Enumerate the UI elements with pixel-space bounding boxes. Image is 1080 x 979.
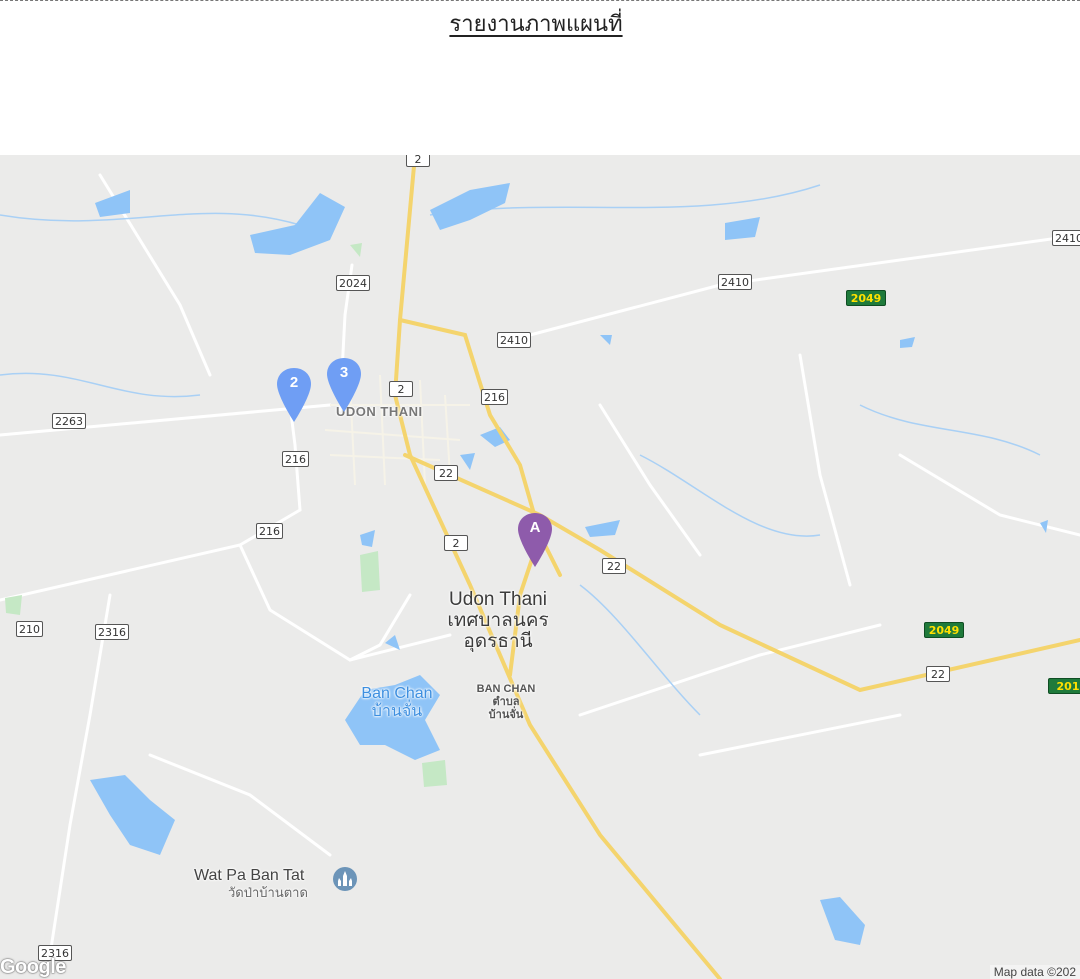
poi-label-th: วัดป่าบ้านตาด xyxy=(228,885,308,900)
ban-chan-subdistrict-label: BAN CHAN ตำบล บ้านจั่น xyxy=(470,683,542,722)
route-shield: 2 xyxy=(406,155,430,167)
city-label: Udon Thani เทศบาลนคร อุดรธานี xyxy=(440,589,556,652)
ban-chan-small-1: BAN CHAN xyxy=(476,683,536,695)
report-title: รายงานภาพแผนที่ xyxy=(449,12,623,37)
city-label-th-1: เทศบาลนคร xyxy=(447,610,549,631)
route-shield: 2024 xyxy=(336,275,370,291)
route-shield: 2410 xyxy=(1052,230,1080,246)
route-shield: 2049 xyxy=(924,622,964,638)
route-shield: 22 xyxy=(434,465,458,481)
temple-icon[interactable] xyxy=(333,867,357,891)
route-shield: 216 xyxy=(282,451,309,467)
map-marker-2[interactable]: 2 xyxy=(275,366,313,424)
route-shield: 210 xyxy=(16,621,43,637)
route-shield: 201 xyxy=(1048,678,1080,694)
ban-chan-label: Ban Chan บ้านจั่น xyxy=(352,685,442,721)
route-shield: 22 xyxy=(602,558,626,574)
route-shield: 2049 xyxy=(846,290,886,306)
marker-label: A xyxy=(529,519,541,536)
route-shield: 2316 xyxy=(95,624,129,640)
route-shield: 2410 xyxy=(718,274,752,290)
route-shield: 216 xyxy=(256,523,283,539)
ban-chan-small-3: บ้านจั่น xyxy=(488,709,524,721)
marker-label: 2 xyxy=(289,374,299,391)
google-logo[interactable]: Google xyxy=(0,956,66,979)
route-shield: 22 xyxy=(926,666,950,682)
route-shield: 2410 xyxy=(497,332,531,348)
ban-chan-small-2: ตำบล xyxy=(492,696,520,708)
marker-label: 3 xyxy=(339,364,349,381)
city-label-en: Udon Thani xyxy=(449,589,547,610)
map-attribution[interactable]: Map data ©202 xyxy=(989,965,1080,979)
ban-chan-th: บ้านจั่น xyxy=(371,703,423,720)
map-view[interactable]: 2 2024 2410 2410 2049 2410 2 216 2263 21… xyxy=(0,155,1080,979)
map-marker-3[interactable]: 3 xyxy=(325,356,363,414)
poi-label[interactable]: Wat Pa Ban Tat วัดป่าบ้านตาด xyxy=(194,867,308,901)
route-shield: 2 xyxy=(444,535,468,551)
map-marker-a[interactable]: A xyxy=(516,511,554,569)
ban-chan-en: Ban Chan xyxy=(361,685,433,702)
city-label-th-2: อุดรธานี xyxy=(463,631,533,652)
route-shield: 2 xyxy=(389,381,413,397)
water-bodies xyxy=(90,183,1048,945)
route-shield: 216 xyxy=(481,389,508,405)
poi-label-en: Wat Pa Ban Tat xyxy=(194,867,305,884)
top-divider xyxy=(0,0,1080,1)
route-shield: 2263 xyxy=(52,413,86,429)
